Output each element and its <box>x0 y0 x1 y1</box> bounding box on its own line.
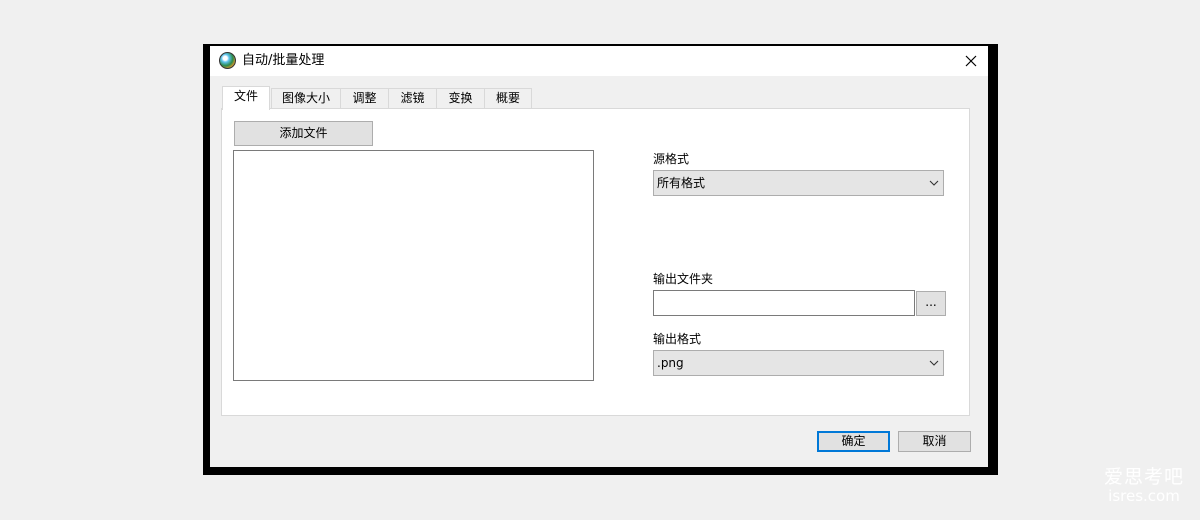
ok-button[interactable]: 确定 <box>817 431 890 452</box>
tab-file[interactable]: 文件 <box>222 86 270 110</box>
batch-process-dialog: 自动/批量处理 文件 图像大小 调整 滤镜 变换 概要 添加文件 源格式 所有格… <box>210 46 988 467</box>
source-format-label: 源格式 <box>653 152 690 166</box>
browse-folder-button[interactable]: ... <box>916 291 946 316</box>
chevron-down-icon <box>929 360 939 366</box>
tab-summary[interactable]: 概要 <box>484 88 532 109</box>
cancel-button[interactable]: 取消 <box>898 431 971 452</box>
tab-panel-file: 添加文件 源格式 所有格式 输出文件夹 ... 输出格式 .png <box>221 108 970 416</box>
output-format-select[interactable]: .png <box>653 350 944 376</box>
source-format-value: 所有格式 <box>657 176 706 190</box>
source-format-select[interactable]: 所有格式 <box>653 170 944 196</box>
site-watermark: 爱思考吧 isres.com <box>1104 466 1185 505</box>
output-folder-input[interactable] <box>653 290 915 316</box>
output-format-value: .png <box>657 356 684 370</box>
tab-image-size[interactable]: 图像大小 <box>271 88 341 109</box>
chevron-down-icon <box>929 180 939 186</box>
tab-filter[interactable]: 滤镜 <box>388 88 437 109</box>
tab-transform[interactable]: 变换 <box>436 88 485 109</box>
tab-adjust[interactable]: 调整 <box>340 88 389 109</box>
app-icon <box>219 52 236 69</box>
close-button[interactable] <box>958 48 984 74</box>
window-title: 自动/批量处理 <box>242 53 325 68</box>
file-list[interactable] <box>233 150 594 381</box>
output-folder-label: 输出文件夹 <box>653 272 714 286</box>
title-bar[interactable]: 自动/批量处理 <box>210 46 988 76</box>
add-files-button[interactable]: 添加文件 <box>234 121 373 146</box>
close-icon <box>965 55 977 67</box>
output-format-label: 输出格式 <box>653 332 702 346</box>
